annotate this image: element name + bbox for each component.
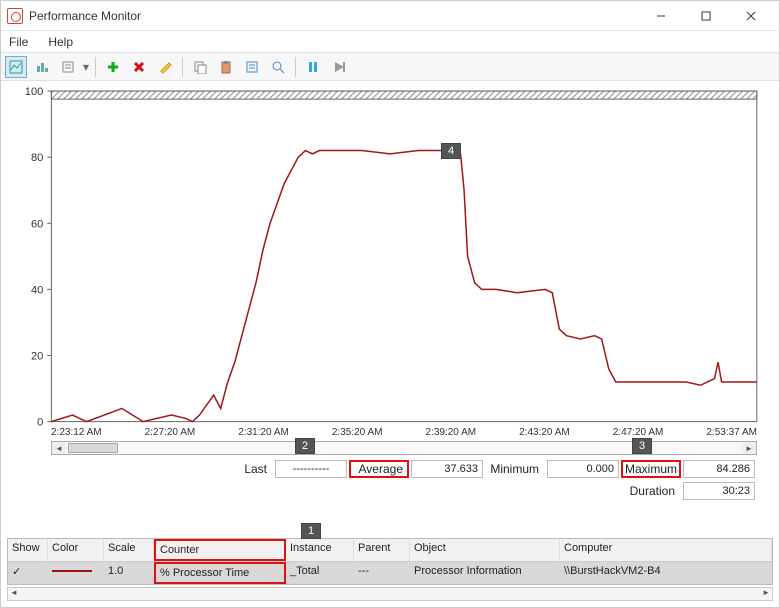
menubar: File Help <box>1 31 779 53</box>
col-show[interactable]: Show <box>8 539 48 561</box>
maximum-label: Maximum <box>623 462 679 476</box>
scroll-left-icon[interactable]: ◄ <box>52 442 66 454</box>
window-title: Performance Monitor <box>29 9 141 23</box>
view-histogram-button[interactable] <box>31 56 53 78</box>
grid-scrollbar[interactable]: ◄► <box>7 587 773 601</box>
average-value: 37.633 <box>411 460 483 478</box>
duration-label: Duration <box>623 484 679 498</box>
col-computer[interactable]: Computer <box>560 539 772 561</box>
menu-help[interactable]: Help <box>44 33 77 51</box>
cell-counter: % Processor Time <box>154 562 286 584</box>
delete-counter-button[interactable] <box>128 56 150 78</box>
cell-instance: _Total <box>286 562 354 584</box>
minimum-label: Minimum <box>487 462 543 476</box>
average-label: Average <box>351 462 407 476</box>
time-scrollbar[interactable]: ◄ ► <box>5 440 771 456</box>
svg-text:60: 60 <box>31 218 43 230</box>
copy-button[interactable] <box>189 56 211 78</box>
counters-grid[interactable]: Show Color Scale Counter Instance Parent… <box>7 538 773 585</box>
zoom-button[interactable] <box>267 56 289 78</box>
last-value: ---------- <box>275 460 347 478</box>
cell-computer: \\BurstHackVM2-B4 <box>560 562 772 584</box>
add-counter-button[interactable] <box>102 56 124 78</box>
minimum-value: 0.000 <box>547 460 619 478</box>
svg-text:100: 100 <box>25 86 43 98</box>
grid-row[interactable]: ✓ 1.0 % Processor Time _Total --- Proces… <box>8 562 772 584</box>
scroll-right-icon[interactable]: ► <box>742 442 756 454</box>
duration-value: 30:23 <box>683 482 755 500</box>
view-report-button[interactable] <box>57 56 79 78</box>
svg-text:0: 0 <box>37 417 43 428</box>
col-instance[interactable]: Instance <box>286 539 354 561</box>
performance-chart[interactable]: 0 20 40 60 80 100 4 <box>5 85 771 425</box>
scroll-thumb[interactable] <box>68 443 118 453</box>
svg-text:40: 40 <box>31 284 43 296</box>
properties-button[interactable] <box>241 56 263 78</box>
view-graph-button[interactable] <box>5 56 27 78</box>
col-object[interactable]: Object <box>410 539 560 561</box>
freeze-button[interactable] <box>302 56 324 78</box>
update-button[interactable] <box>328 56 350 78</box>
annotation-badge-1: 1 <box>301 523 321 539</box>
col-color[interactable]: Color <box>48 539 104 561</box>
cell-show[interactable]: ✓ <box>8 562 48 584</box>
annotation-badge-3: 3 <box>632 438 652 454</box>
maximize-button[interactable] <box>683 2 728 30</box>
col-counter[interactable]: Counter <box>154 539 286 561</box>
svg-text:80: 80 <box>31 152 43 164</box>
cell-scale: 1.0 <box>104 562 154 584</box>
last-label: Last <box>215 462 271 476</box>
toolbar: ▾ <box>1 53 779 81</box>
app-icon <box>7 8 23 24</box>
close-button[interactable] <box>728 2 773 30</box>
maximum-value: 84.286 <box>683 460 755 478</box>
paste-button[interactable] <box>215 56 237 78</box>
titlebar: Performance Monitor <box>1 1 779 31</box>
cell-parent: --- <box>354 562 410 584</box>
menu-file[interactable]: File <box>5 33 32 51</box>
col-parent[interactable]: Parent <box>354 539 410 561</box>
grid-header-row: Show Color Scale Counter Instance Parent… <box>8 539 772 562</box>
minimize-button[interactable] <box>638 2 683 30</box>
cell-object: Processor Information <box>410 562 560 584</box>
highlight-button[interactable] <box>154 56 176 78</box>
svg-text:20: 20 <box>31 351 43 363</box>
cell-color <box>48 562 104 584</box>
stats-area: Last ---------- Average 37.633 Minimum 0… <box>5 456 771 506</box>
annotation-badge-2: 2 <box>295 438 315 454</box>
annotation-badge-4: 4 <box>441 143 461 159</box>
col-scale[interactable]: Scale <box>104 539 154 561</box>
